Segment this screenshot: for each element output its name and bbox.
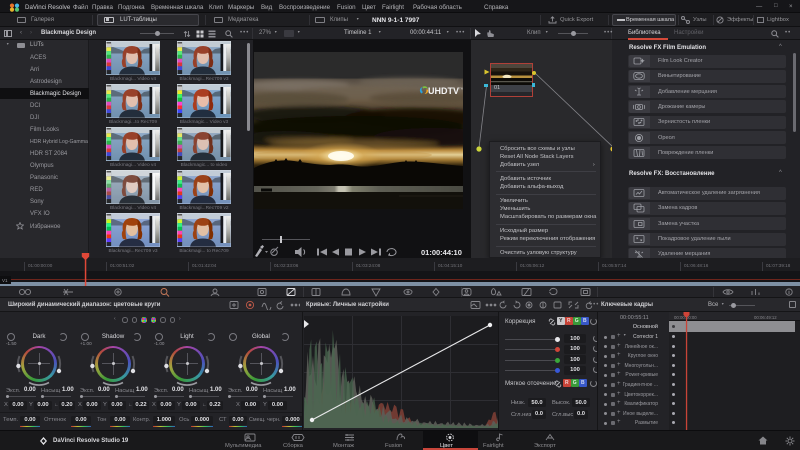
svg-text:01:00:44:10: 01:00:44:10	[421, 248, 462, 257]
svg-text:UHDTV: UHDTV	[428, 86, 459, 96]
svg-text:TM: TM	[459, 87, 463, 91]
